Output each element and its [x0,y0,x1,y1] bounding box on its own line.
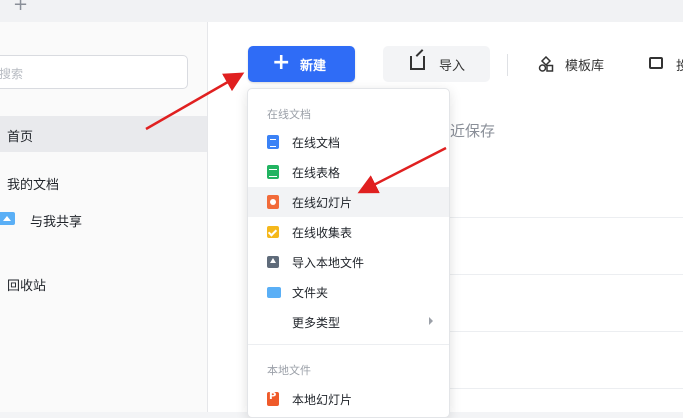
menu-item-label: 文件夹 [292,286,329,300]
list-divider [438,274,683,275]
new-button[interactable]: + 新建 [248,46,355,82]
template-icon [538,56,554,72]
tv-icon [649,57,663,69]
menu-item-label: 导入本地文件 [292,256,365,270]
sheet-icon [267,165,279,179]
import-button-label: 导入 [439,59,466,74]
sidebar-item-label: 我的文档 [7,178,60,193]
toolbar-divider [507,54,508,76]
sidebar-item-trash[interactable]: 回收站 [0,265,207,301]
menu-item-online-form[interactable]: 在线收集表 [248,217,449,247]
new-button-label: 新建 [300,59,327,74]
toolbar-cut-off-label: 投 [676,59,683,74]
sidebar: 搜索 首页 我的文档 与我共享 回收站 [0,22,208,412]
menu-item-online-sheet[interactable]: 在线表格 [248,157,449,187]
menu-item-label: 在线收集表 [292,226,353,240]
sidebar-item-label: 与我共享 [30,215,83,230]
list-divider [438,388,683,389]
search-placeholder: 搜索 [0,67,24,81]
sidebar-item-label: 回收站 [7,279,47,294]
doc-icon [267,135,279,149]
upload-icon [267,256,279,268]
tab-bar: + [0,0,683,22]
folder-icon [267,287,281,298]
import-icon [410,56,425,70]
menu-item-label: 在线幻灯片 [292,196,353,210]
slide-icon [267,195,279,209]
menu-item-online-slides[interactable]: 在线幻灯片 [248,187,449,217]
menu-item-label: 在线表格 [292,166,341,180]
menu-item-import-local[interactable]: 导入本地文件 [248,247,449,277]
menu-section-online: 在线文档 [267,108,311,121]
search-input[interactable]: 搜索 [0,55,188,89]
menu-divider [248,344,449,345]
list-divider [438,331,683,332]
menu-item-local-slides[interactable]: 本地幻灯片 [248,384,449,414]
shared-folder-icon [0,212,15,225]
new-dropdown-menu: 在线文档 在线文档 在线表格 在线幻灯片 在线收集表 导入本地文件 文件夹 更多… [247,88,450,418]
sidebar-item-home[interactable]: 首页 [0,116,207,152]
template-library-label: 模板库 [565,59,605,74]
sidebar-item-my-docs[interactable]: 我的文档 [0,164,207,200]
menu-item-label: 更多类型 [292,316,341,330]
menu-item-online-doc[interactable]: 在线文档 [248,127,449,157]
new-tab-button[interactable]: + [13,0,28,15]
list-divider [438,217,683,218]
menu-item-label: 在线文档 [292,136,341,150]
menu-item-folder[interactable]: 文件夹 [248,277,449,307]
submenu-arrow-icon [429,317,433,325]
ppt-icon [267,391,279,406]
menu-section-local: 本地文件 [267,364,311,377]
form-icon [267,226,279,238]
menu-item-more-types[interactable]: 更多类型 [248,307,449,337]
menu-item-label: 本地幻灯片 [292,393,353,407]
import-button[interactable]: 导入 [383,46,490,82]
plus-icon: + [272,50,291,75]
sidebar-item-label: 首页 [7,130,34,145]
sidebar-item-shared[interactable]: 与我共享 [0,201,207,237]
